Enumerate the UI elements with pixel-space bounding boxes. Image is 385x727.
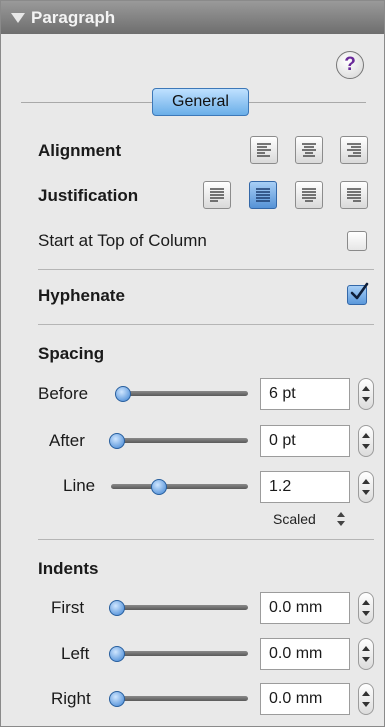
indent-right-slider[interactable] [111, 696, 248, 701]
tab-general[interactable]: General [152, 88, 249, 116]
spacing-before-stepper[interactable] [358, 378, 374, 410]
paragraph-inspector-panel: Paragraph ? General Alignment Justificat… [0, 0, 385, 727]
start-top-column-label: Start at Top of Column [38, 231, 207, 250]
spacing-before-slider-knob[interactable] [115, 386, 131, 402]
panel-title: Paragraph [31, 7, 116, 27]
indent-right-label: Right [51, 689, 91, 708]
spacing-after-stepper[interactable] [358, 425, 374, 457]
spacing-before-label: Before [38, 384, 89, 403]
panel-title-bar[interactable]: Paragraph [1, 1, 384, 34]
indent-right-slider-knob[interactable] [109, 691, 125, 707]
spacing-line-slider[interactable] [111, 484, 248, 489]
justify-center-icon [302, 188, 316, 202]
checkmark-icon [350, 282, 369, 300]
spacing-before-field[interactable]: 6 pt [260, 378, 350, 410]
spacing-after-slider-knob[interactable] [109, 433, 125, 449]
line-spacing-mode-select[interactable]: Scaled [273, 511, 316, 527]
indent-first-slider[interactable] [111, 605, 248, 610]
align-right-button[interactable] [340, 136, 368, 164]
justify-left-button[interactable] [203, 181, 231, 209]
align-left-button[interactable] [250, 136, 278, 164]
justify-right-icon [347, 188, 361, 202]
align-center-button[interactable] [295, 136, 323, 164]
indent-right-field[interactable]: 0.0 mm [260, 683, 350, 715]
spacing-line-field[interactable]: 1.2 [260, 471, 350, 503]
indent-first-field[interactable]: 0.0 mm [260, 592, 350, 624]
justify-left-icon [210, 188, 224, 202]
justify-right-button[interactable] [340, 181, 368, 209]
indent-first-label: First [51, 598, 85, 617]
spacing-line-slider-knob[interactable] [151, 479, 167, 495]
indent-left-label: Left [61, 644, 90, 663]
spacing-line-stepper[interactable] [358, 471, 374, 503]
indent-left-stepper[interactable] [358, 638, 374, 670]
alignment-label: Alignment [38, 141, 122, 160]
justify-full-button[interactable] [249, 181, 277, 209]
spacing-after-field[interactable]: 0 pt [260, 425, 350, 457]
justify-full-icon [256, 188, 270, 202]
help-button[interactable]: ? [336, 51, 364, 79]
indent-right-stepper[interactable] [358, 683, 374, 715]
indents-header: Indents [38, 559, 99, 578]
indent-first-stepper[interactable] [358, 592, 374, 624]
indent-left-slider-knob[interactable] [109, 646, 125, 662]
align-left-icon [257, 143, 271, 157]
spacing-header: Spacing [38, 344, 105, 363]
section-divider [38, 324, 374, 325]
indent-left-slider[interactable] [111, 651, 248, 656]
section-divider [38, 539, 374, 540]
spacing-before-slider[interactable] [117, 391, 248, 396]
align-right-icon [347, 143, 361, 157]
hyphenate-checkbox[interactable] [347, 282, 369, 305]
line-spacing-mode-arrows-icon[interactable] [337, 511, 345, 527]
indent-left-field[interactable]: 0.0 mm [260, 638, 350, 670]
align-center-icon [302, 143, 316, 157]
start-top-column-checkbox[interactable] [347, 231, 367, 251]
section-divider [38, 269, 374, 270]
justification-label: Justification [38, 186, 139, 205]
disclosure-triangle-icon[interactable] [11, 12, 25, 23]
hyphenate-label: Hyphenate [38, 286, 125, 305]
spacing-after-label: After [49, 431, 85, 450]
indent-first-slider-knob[interactable] [109, 600, 125, 616]
justify-center-button[interactable] [295, 181, 323, 209]
spacing-line-label: Line [63, 476, 96, 495]
spacing-after-slider[interactable] [111, 438, 248, 443]
